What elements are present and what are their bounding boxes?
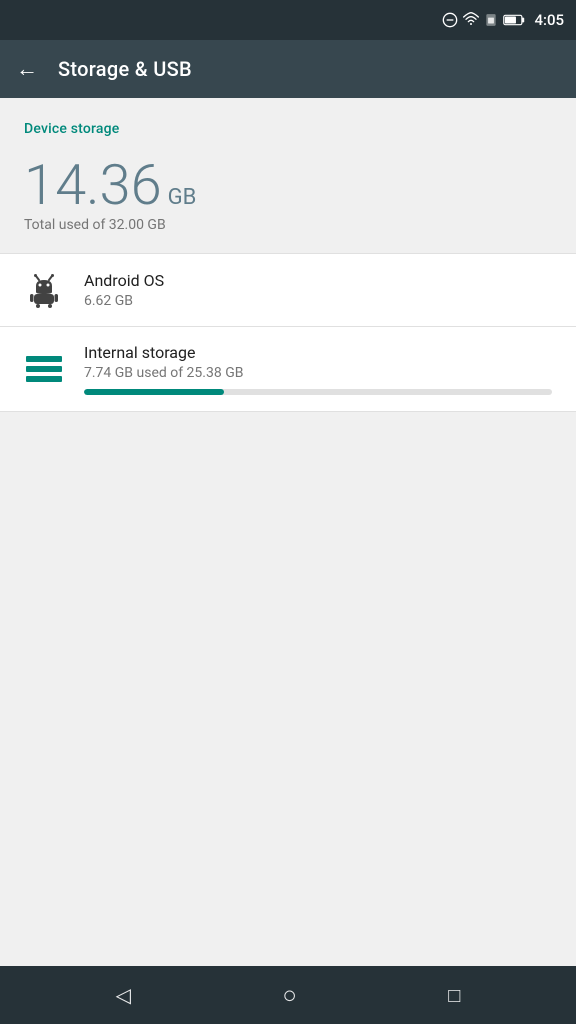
top-bar: ← Storage & USB	[0, 40, 576, 98]
storage-big-number: 14.36	[24, 157, 162, 213]
android-os-content: Android OS 6.62 GB	[84, 271, 552, 309]
sim-icon	[484, 12, 498, 28]
status-time: 4:05	[534, 11, 564, 29]
storage-unit: GB	[168, 185, 197, 210]
android-os-icon-container	[24, 270, 64, 310]
device-storage-section: Device storage	[0, 98, 576, 147]
internal-storage-icon	[26, 355, 62, 383]
device-storage-label: Device storage	[24, 121, 119, 137]
internal-storage-title: Internal storage	[84, 343, 552, 362]
internal-storage-subtitle: 7.74 GB used of 25.38 GB	[84, 365, 552, 381]
divider-bottom	[0, 411, 576, 412]
main-content: Device storage 14.36 GB Total used of 32…	[0, 98, 576, 966]
android-os-subtitle: 6.62 GB	[84, 293, 552, 309]
android-icon	[26, 272, 62, 308]
android-os-item[interactable]: Android OS 6.62 GB	[0, 254, 576, 326]
battery-icon	[503, 13, 525, 27]
android-os-title: Android OS	[84, 271, 552, 290]
status-bar: 4:05	[0, 0, 576, 40]
minus-circle-icon	[442, 12, 458, 28]
internal-storage-progress-fill	[84, 389, 224, 395]
internal-storage-content: Internal storage 7.74 GB used of 25.38 G…	[84, 343, 552, 395]
status-icons: 4:05	[442, 11, 564, 29]
bottom-nav: ◁ ○ □	[0, 966, 576, 1024]
nav-recents-button[interactable]: □	[448, 983, 460, 1008]
nav-home-button[interactable]: ○	[282, 981, 297, 1010]
wifi-icon	[463, 12, 479, 28]
storage-number-container: 14.36 GB	[24, 157, 552, 213]
internal-storage-progress-container	[84, 389, 552, 395]
back-button[interactable]: ←	[16, 56, 38, 82]
nav-back-button[interactable]: ◁	[116, 983, 131, 1007]
storage-subtitle: Total used of 32.00 GB	[24, 217, 552, 233]
storage-total: 14.36 GB Total used of 32.00 GB	[0, 147, 576, 253]
internal-storage-icon-container	[24, 349, 64, 389]
page-title: Storage & USB	[58, 57, 192, 81]
internal-storage-item[interactable]: Internal storage 7.74 GB used of 25.38 G…	[0, 327, 576, 411]
